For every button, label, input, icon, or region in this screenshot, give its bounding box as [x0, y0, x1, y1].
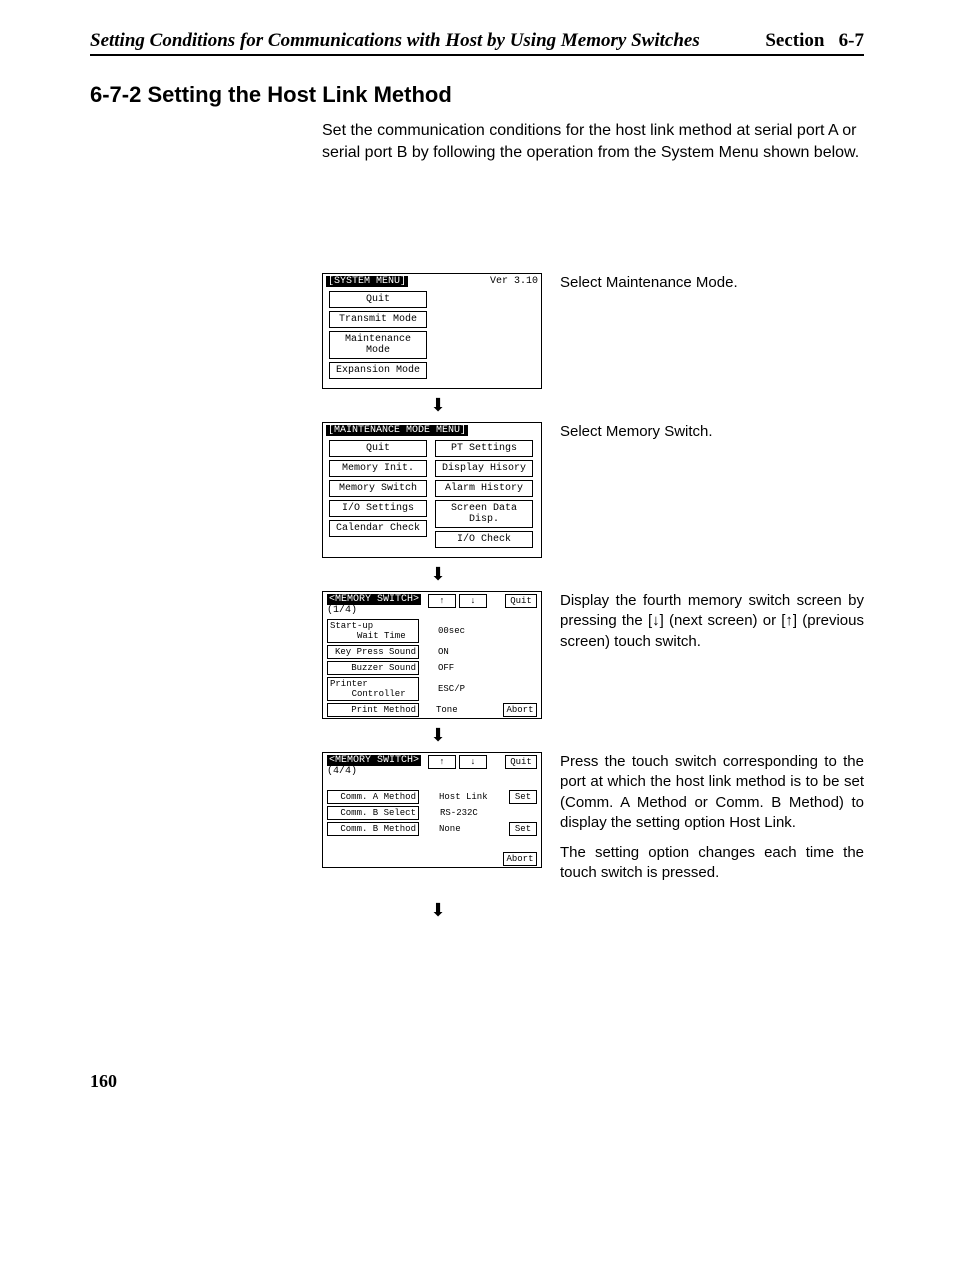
printer-controller-label[interactable]: Printer Controller: [327, 677, 419, 701]
nav-up-button[interactable]: ↑: [428, 755, 456, 769]
screen2-title: [MAINTENANCE MODE MENU]: [326, 425, 468, 436]
transmit-mode-button[interactable]: Transmit Mode: [329, 311, 427, 328]
quit-button[interactable]: Quit: [505, 594, 537, 608]
maintenance-menu-screen: [MAINTENANCE MODE MENU] Quit Memory Init…: [322, 422, 542, 558]
quit-button[interactable]: Quit: [329, 440, 427, 457]
down-arrow-icon: ⬇: [322, 725, 554, 746]
memory-init-button[interactable]: Memory Init.: [329, 460, 427, 477]
memory-switch-4-4-screen: <MEMORY SWITCH> (4/4) ↑ ↓ Quit Comm. A M…: [322, 752, 542, 868]
screen1-title: [SYSTEM MENU]: [326, 276, 408, 287]
print-method-label[interactable]: Print Method: [327, 703, 419, 717]
section-heading: 6-7-2 Setting the Host Link Method: [90, 82, 864, 108]
startup-wait-value: 00sec: [438, 626, 488, 636]
nav-up-button[interactable]: ↑: [428, 594, 456, 608]
buzzer-sound-label[interactable]: Buzzer Sound: [327, 661, 419, 675]
memory-switch-1-4-screen: <MEMORY SWITCH> (1/4) ↑ ↓ Quit Start-up …: [322, 591, 542, 719]
down-arrow-icon: ⬇: [322, 395, 554, 416]
nav-down-button[interactable]: ↓: [459, 755, 487, 769]
pt-settings-button[interactable]: PT Settings: [435, 440, 533, 457]
screen1-version: Ver 3.10: [490, 276, 538, 287]
io-settings-button[interactable]: I/O Settings: [329, 500, 427, 517]
screen2-desc: Select Memory Switch.: [560, 422, 864, 442]
comm-b-select-label[interactable]: Comm. B Select: [327, 806, 419, 820]
screen3-desc: Display the fourth memory switch screen …: [560, 591, 864, 652]
calendar-check-button[interactable]: Calendar Check: [329, 520, 427, 537]
page-header: Setting Conditions for Communications wi…: [90, 30, 864, 56]
memory-switch-button[interactable]: Memory Switch: [329, 480, 427, 497]
key-press-sound-value: ON: [438, 647, 488, 657]
display-history-button[interactable]: Display Hisory: [435, 460, 533, 477]
set-button[interactable]: Set: [509, 790, 537, 804]
system-menu-screen: [SYSTEM MENU] Ver 3.10 Quit Transmit Mod…: [322, 273, 542, 389]
page-number: 160: [90, 1071, 864, 1092]
screen3-title: <MEMORY SWITCH>: [327, 594, 421, 605]
buzzer-sound-value: OFF: [438, 663, 488, 673]
nav-down-button[interactable]: ↓: [459, 594, 487, 608]
screen-data-disp-button[interactable]: Screen Data Disp.: [435, 500, 533, 528]
screen1-desc: Select Maintenance Mode.: [560, 273, 864, 293]
set-button[interactable]: Set: [509, 822, 537, 836]
abort-button[interactable]: Abort: [503, 852, 537, 866]
maintenance-mode-button[interactable]: Maintenance Mode: [329, 331, 427, 359]
printer-controller-value: ESC/P: [438, 684, 488, 694]
screen4-desc1: Press the touch switch corresponding to …: [560, 752, 864, 833]
screen3-page: (1/4): [327, 605, 421, 616]
io-check-button[interactable]: I/O Check: [435, 531, 533, 548]
screen4-page: (4/4): [327, 766, 421, 777]
header-section: Section 6-7: [765, 30, 864, 52]
header-title: Setting Conditions for Communications wi…: [90, 30, 700, 52]
quit-button[interactable]: Quit: [505, 755, 537, 769]
comm-a-method-value: Host Link: [439, 792, 489, 802]
comm-a-method-label[interactable]: Comm. A Method: [327, 790, 419, 804]
expansion-mode-button[interactable]: Expansion Mode: [329, 362, 427, 379]
down-arrow-icon: ⬇: [322, 564, 554, 585]
screen4-title: <MEMORY SWITCH>: [327, 755, 421, 766]
screen4-desc2: The setting option changes each time the…: [560, 843, 864, 884]
key-press-sound-label[interactable]: Key Press Sound: [327, 645, 419, 659]
comm-b-select-value: RS-232C: [440, 808, 490, 818]
print-method-value: Tone: [436, 705, 486, 715]
quit-button[interactable]: Quit: [329, 291, 427, 308]
startup-wait-label[interactable]: Start-up Wait Time: [327, 619, 419, 643]
alarm-history-button[interactable]: Alarm History: [435, 480, 533, 497]
down-arrow-icon: ⬇: [322, 900, 554, 921]
comm-b-method-value: None: [439, 824, 489, 834]
intro-paragraph: Set the communication conditions for the…: [322, 120, 864, 163]
abort-button[interactable]: Abort: [503, 703, 537, 717]
comm-b-method-label[interactable]: Comm. B Method: [327, 822, 419, 836]
